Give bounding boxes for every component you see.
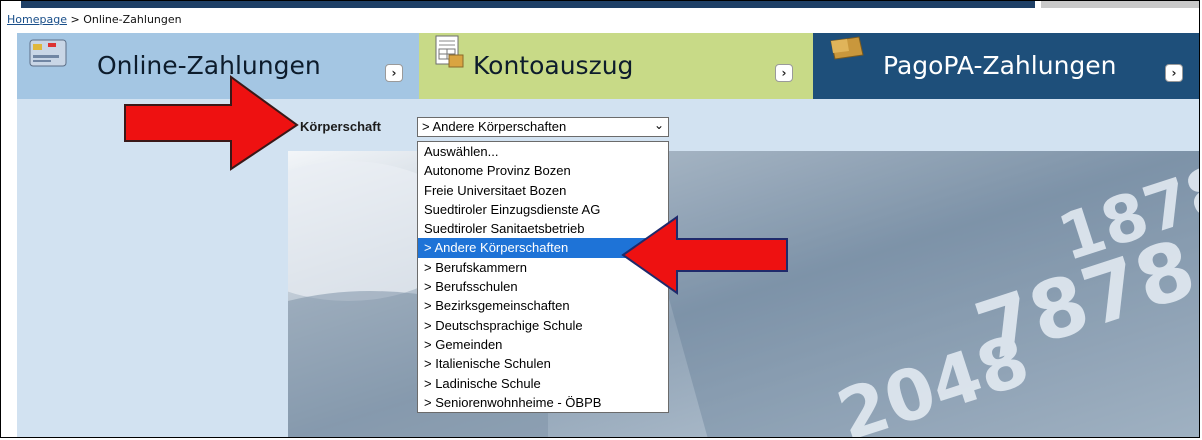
chevron-down-icon: ⌄ — [653, 118, 664, 132]
wallet-icon — [830, 36, 864, 60]
dropdown-option[interactable]: > Ladinische Schule — [418, 374, 668, 393]
dropdown-option[interactable]: > Berufsschulen — [418, 277, 668, 296]
tab-account-statement[interactable]: Kontoauszug › — [419, 33, 813, 99]
institution-select-value: > Andere Körperschaften — [422, 119, 567, 134]
breadcrumb-current: Online-Zahlungen — [83, 13, 182, 26]
top-header-strip-gray — [1041, 1, 1199, 8]
dropdown-option[interactable]: Auswählen... — [418, 142, 668, 161]
dropdown-option[interactable]: > Italienische Schulen — [418, 354, 668, 373]
dropdown-option[interactable]: Suedtiroler Sanitaetsbetrieb — [418, 219, 668, 238]
dropdown-option[interactable]: Freie Universitaet Bozen — [418, 181, 668, 200]
dropdown-option[interactable]: Suedtiroler Einzugsdienste AG — [418, 200, 668, 219]
dropdown-option-selected[interactable]: > Andere Körperschaften — [418, 238, 668, 258]
chevron-right-icon[interactable]: › — [1165, 64, 1183, 82]
chevron-right-icon[interactable]: › — [775, 64, 793, 82]
dropdown-option[interactable]: > Bezirksgemeinschaften — [418, 296, 668, 315]
institution-dropdown-list: Auswählen... Autonome Provinz Bozen Frei… — [417, 141, 669, 414]
top-header-strip — [21, 1, 1035, 8]
institution-select[interactable]: > Andere Körperschaften ⌄ — [417, 117, 669, 137]
main-tabs: Online-Zahlungen › Kontoauszug › PagoPA-… — [17, 33, 1199, 99]
screenshot-frame: Homepage > Online-Zahlungen Online-Zahlu… — [0, 0, 1200, 438]
statement-document-icon — [435, 35, 464, 68]
left-sidebar — [17, 99, 288, 437]
tab-pagopa-payments[interactable]: PagoPA-Zahlungen › — [813, 33, 1199, 99]
tab-label: Kontoauszug — [473, 51, 634, 80]
tab-online-payments[interactable]: Online-Zahlungen › — [17, 33, 419, 99]
dropdown-option[interactable]: > Seniorenwohnheime - ÖBPB — [418, 393, 668, 412]
breadcrumb-home-link[interactable]: Homepage — [7, 13, 67, 26]
breadcrumb: Homepage > Online-Zahlungen — [7, 13, 182, 26]
tab-label: Online-Zahlungen — [97, 51, 321, 80]
dropdown-option[interactable]: > Deutschsprachige Schule — [418, 316, 668, 335]
breadcrumb-separator: > — [70, 13, 80, 26]
tab-label: PagoPA-Zahlungen — [883, 51, 1117, 80]
filter-label: Körperschaft — [300, 119, 381, 134]
dropdown-option[interactable]: Autonome Provinz Bozen — [418, 161, 668, 180]
credit-card-icon — [29, 39, 67, 67]
dropdown-option[interactable]: > Gemeinden — [418, 335, 668, 354]
dropdown-option[interactable]: > Berufskammern — [418, 258, 668, 277]
chevron-right-icon[interactable]: › — [385, 64, 403, 82]
